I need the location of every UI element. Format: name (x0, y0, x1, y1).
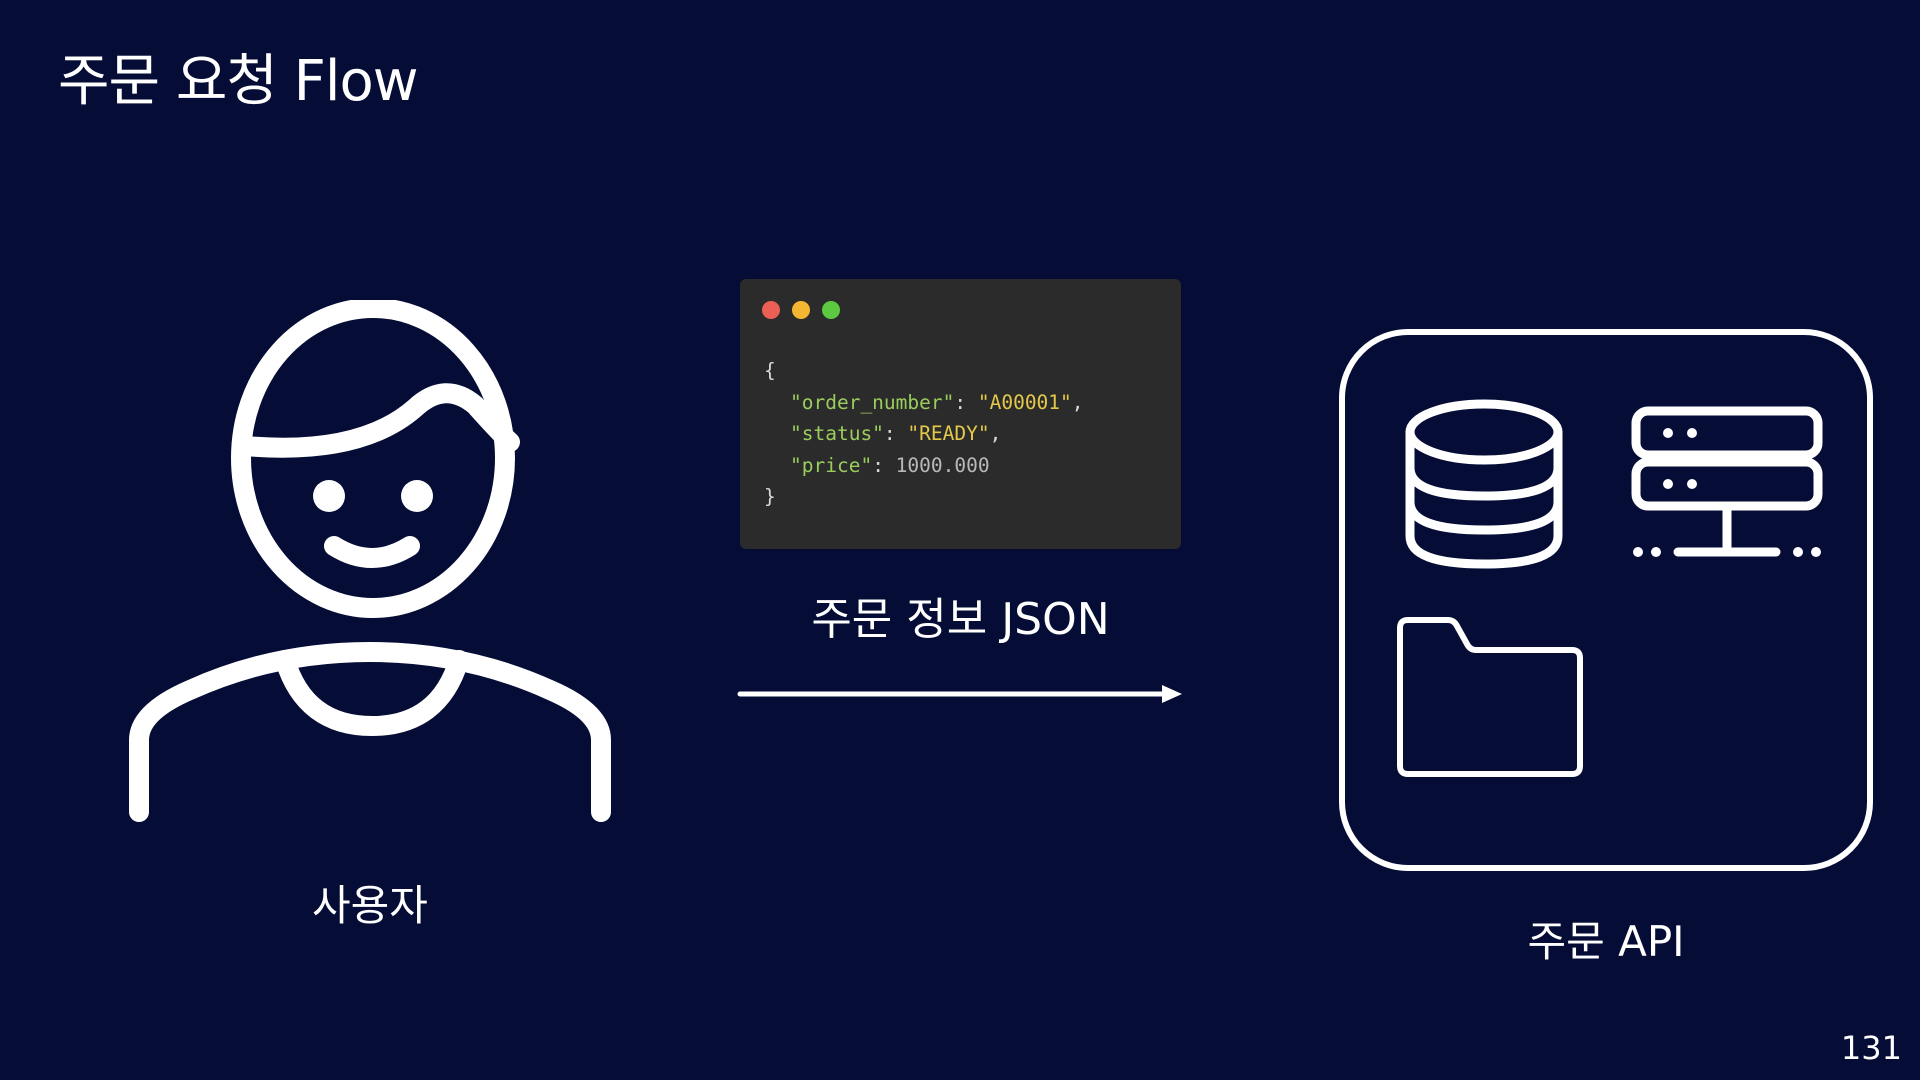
json-key: "status" (790, 422, 884, 445)
json-line-status: "status": "READY", (790, 422, 1002, 445)
folder-icon (1397, 617, 1583, 777)
json-value: 1000.000 (895, 453, 990, 477)
json-value: "READY" (907, 422, 990, 445)
arrow-right-icon (737, 685, 1182, 703)
server-icon (1631, 406, 1823, 557)
json-value: "A00001" (977, 390, 1072, 414)
json-open-brace: { (764, 359, 776, 382)
json-key: "price" (790, 453, 873, 477)
page-number: 131 (1840, 1029, 1902, 1067)
json-line-order-number: "order_number": "A00001", (790, 390, 1084, 414)
json-code-window: { "order_number": "A00001", "status": "REA… (740, 279, 1181, 549)
api-server-box (1339, 329, 1873, 871)
maximize-dot (822, 301, 840, 319)
database-icon (1405, 399, 1563, 569)
minimize-dot (792, 301, 810, 319)
user-label: 사용자 (312, 881, 428, 930)
api-label: 주문 API (1527, 917, 1685, 966)
json-line-price: "price": 1000.000 (790, 453, 990, 477)
close-dot (762, 301, 780, 319)
window-controls (762, 301, 840, 319)
json-label: 주문 정보 JSON (811, 594, 1110, 645)
json-key: "order_number" (790, 390, 955, 414)
user-icon (129, 300, 611, 822)
slide-title: 주문 요청 Flow (58, 49, 419, 114)
json-close-brace: } (764, 485, 776, 508)
json-code: { "order_number": "A00001", "status": "REA… (764, 355, 1084, 513)
